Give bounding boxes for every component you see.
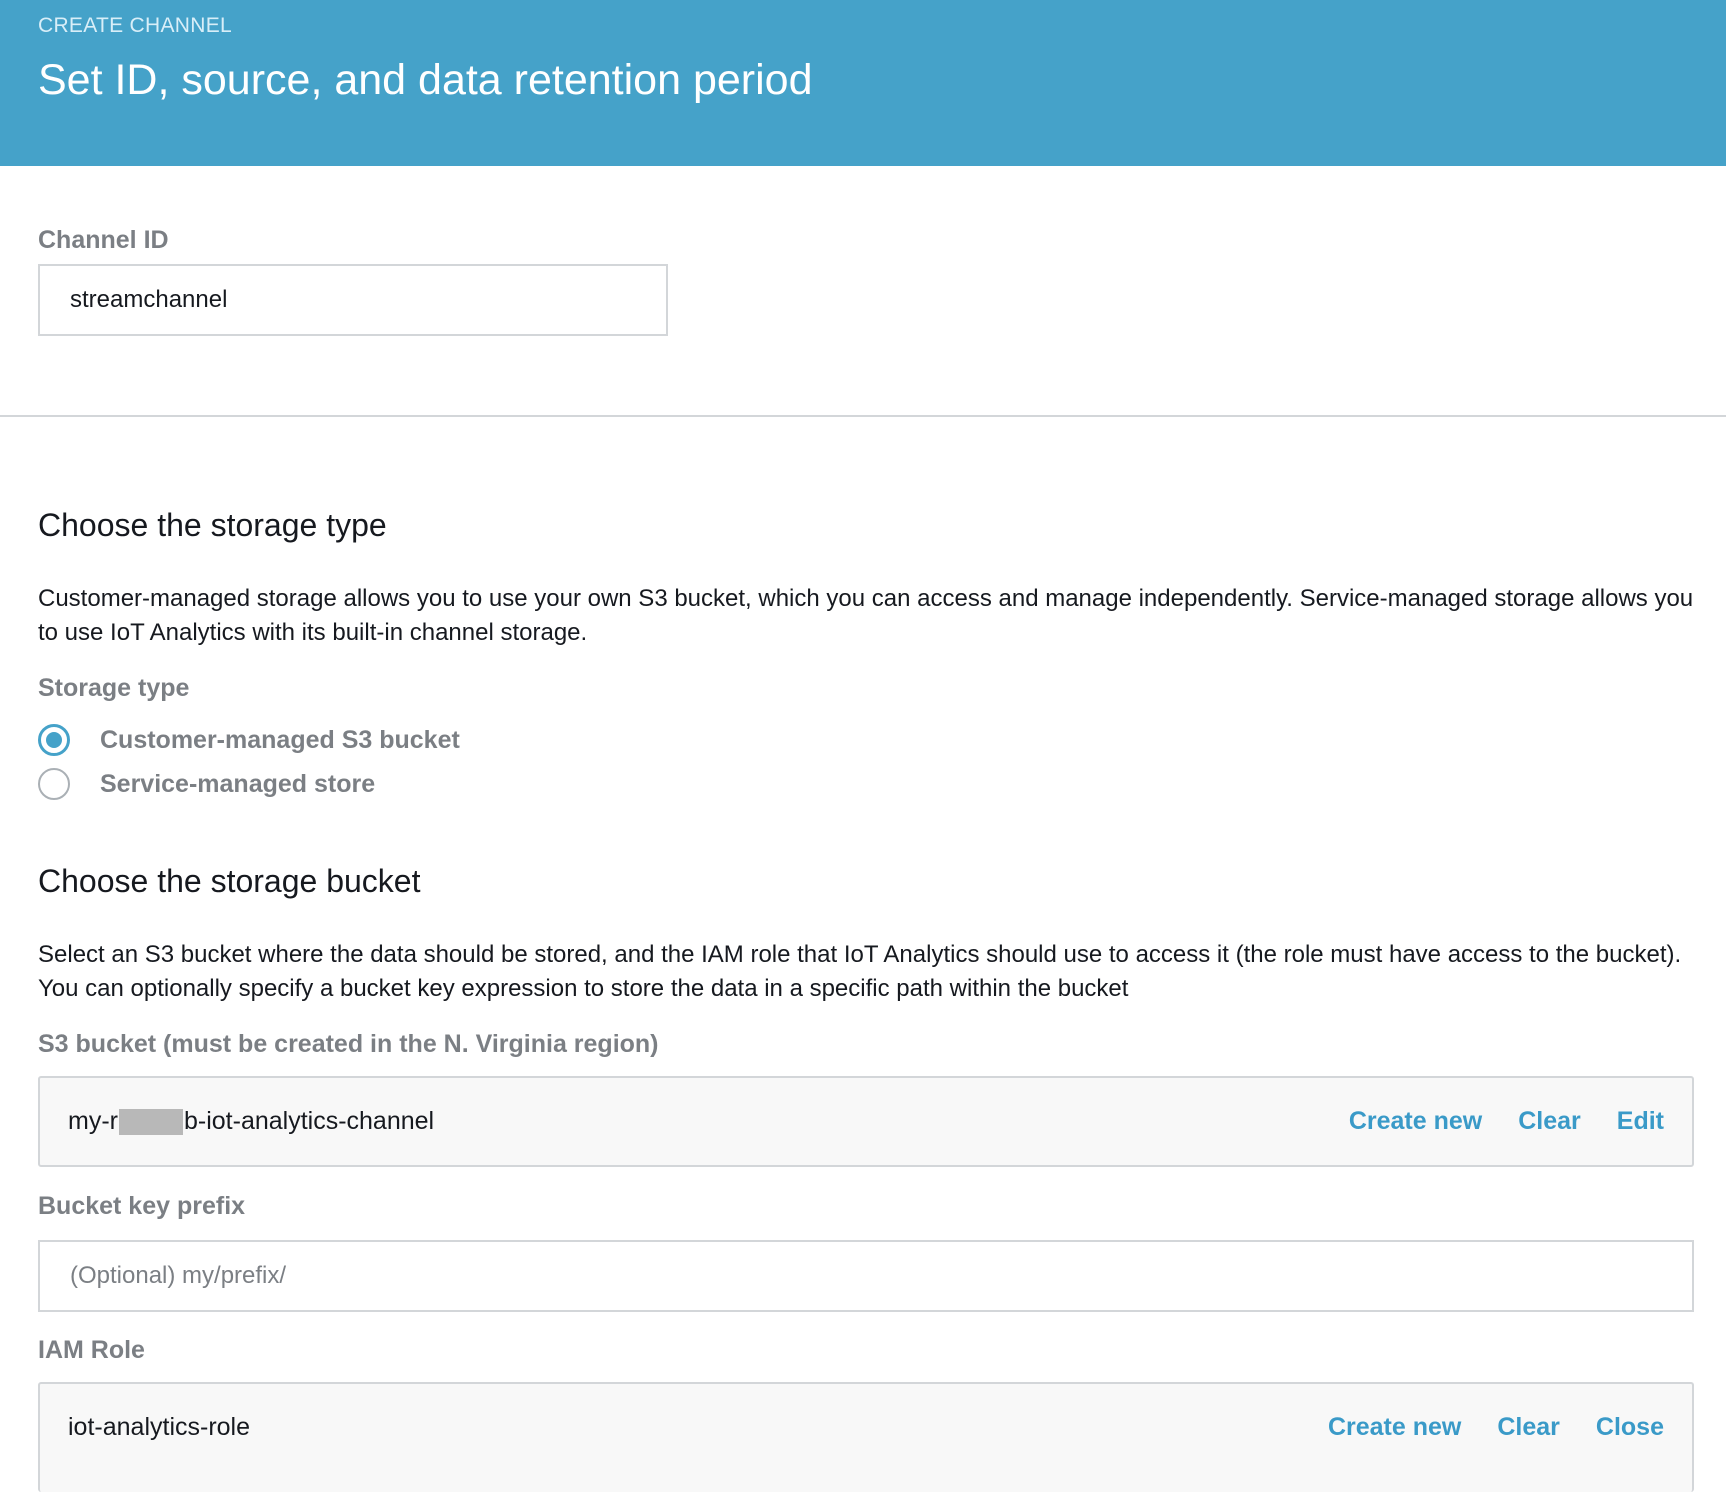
page-header: CREATE CHANNEL Set ID, source, and data … — [0, 0, 1726, 166]
iam-create-new-link[interactable]: Create new — [1328, 1413, 1461, 1442]
s3-create-new-link[interactable]: Create new — [1349, 1107, 1482, 1136]
iam-role-selector[interactable]: iot-analytics-role Create new Clear Clos… — [38, 1382, 1694, 1492]
iam-close-link[interactable]: Close — [1596, 1413, 1664, 1442]
channel-id-label: Channel ID — [38, 226, 169, 254]
bucket-key-prefix-placeholder: (Optional) my/prefix/ — [70, 1262, 287, 1289]
channel-id-value: streamchannel — [70, 286, 228, 313]
storage-type-label: Storage type — [38, 674, 190, 702]
bucket-key-prefix-label: Bucket key prefix — [38, 1192, 246, 1220]
section-divider — [0, 415, 1726, 417]
s3-bucket-value-prefix: my-r — [68, 1107, 118, 1135]
s3-bucket-label: S3 bucket (must be created in the N. Vir… — [38, 1030, 659, 1058]
redaction-block — [118, 1109, 183, 1136]
s3-bucket-actions: Create new Clear Edit — [1349, 1107, 1664, 1136]
iam-clear-link[interactable]: Clear — [1497, 1413, 1560, 1442]
radio-button-unchecked[interactable] — [38, 768, 70, 800]
s3-edit-link[interactable]: Edit — [1617, 1107, 1664, 1136]
s3-clear-link[interactable]: Clear — [1518, 1107, 1581, 1136]
radio-label-customer-managed: Customer-managed S3 bucket — [100, 725, 460, 754]
storage-bucket-heading: Choose the storage bucket — [38, 863, 421, 899]
storage-bucket-description: Select an S3 bucket where the data shoul… — [38, 941, 1682, 1002]
iam-role-value: iot-analytics-role — [68, 1413, 251, 1441]
s3-bucket-value: my-r b-iot-analytics-channel — [68, 1107, 434, 1136]
iam-role-actions: Create new Clear Close — [1328, 1413, 1664, 1442]
s3-bucket-value-suffix: b-iot-analytics-channel — [183, 1107, 435, 1135]
radio-button-checked[interactable] — [38, 724, 70, 756]
storage-type-heading: Choose the storage type — [38, 507, 387, 543]
storage-type-description: Customer-managed storage allows you to u… — [38, 585, 1694, 646]
channel-id-input[interactable]: streamchannel — [38, 264, 668, 336]
radio-option-service-managed[interactable]: Service-managed store — [38, 764, 375, 804]
s3-bucket-selector[interactable]: my-r b-iot-analytics-channel Create new C… — [38, 1076, 1694, 1167]
iam-role-label: IAM Role — [38, 1336, 145, 1364]
header-eyebrow: CREATE CHANNEL — [38, 14, 233, 37]
bucket-key-prefix-input[interactable]: (Optional) my/prefix/ — [38, 1240, 1694, 1312]
radio-label-service-managed: Service-managed store — [100, 769, 376, 798]
radio-option-customer-managed[interactable]: Customer-managed S3 bucket — [38, 720, 460, 760]
page-title: Set ID, source, and data retention perio… — [38, 56, 813, 104]
